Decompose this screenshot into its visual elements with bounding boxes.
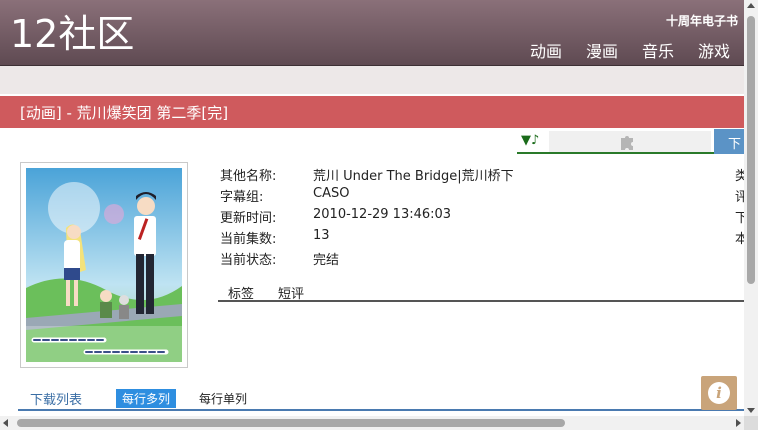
info-key: 当前集数: bbox=[220, 232, 277, 247]
multi-column-toggle[interactable]: 每行多列 bbox=[116, 389, 177, 408]
puzzle-icon bbox=[621, 136, 633, 150]
info-right-label: 评 bbox=[735, 190, 744, 205]
ebook-link[interactable]: 十周年电子书 bbox=[666, 12, 738, 29]
main-nav: 动画 漫画 音乐 游戏 bbox=[530, 38, 730, 62]
title-bar: [动画] - 荒川爆笑团 第二季[完] bbox=[0, 96, 744, 128]
info-tabs: 标签 短评 bbox=[218, 280, 744, 302]
info-right-column: 类 评 下 本 bbox=[735, 163, 744, 247]
nav-games[interactable]: 游戏 bbox=[698, 38, 730, 62]
info-value: 13 bbox=[313, 228, 330, 243]
poster-artwork bbox=[26, 168, 182, 362]
anime-info: 其他名称: 荒川 Under The Bridge|荒川桥下 字幕组: CASO… bbox=[220, 163, 740, 268]
info-row: 更新时间: 2010-12-29 13:46:03 bbox=[220, 205, 740, 226]
info-value[interactable]: CASO bbox=[313, 186, 349, 201]
info-icon: i bbox=[708, 382, 730, 404]
page-title: [动画] - 荒川爆笑团 第二季[完] bbox=[20, 104, 229, 122]
site-header: 12社区 十周年电子书 动画 漫画 音乐 游戏 bbox=[0, 0, 744, 66]
sub-header-bar bbox=[0, 66, 744, 94]
site-logo[interactable]: 12社区 bbox=[10, 12, 134, 56]
tab-tags[interactable]: 标签 bbox=[228, 283, 254, 302]
info-row: 当前状态: 完结 bbox=[220, 247, 740, 268]
scroll-down-arrow-icon[interactable] bbox=[747, 408, 755, 413]
vertical-scrollbar[interactable] bbox=[744, 0, 758, 416]
info-right-label: 下 bbox=[735, 211, 744, 226]
info-button[interactable]: i bbox=[701, 376, 737, 410]
info-value: 荒川 Under The Bridge|荒川桥下 bbox=[313, 169, 514, 184]
vertical-scroll-thumb[interactable] bbox=[747, 16, 755, 284]
info-row: 其他名称: 荒川 Under The Bridge|荒川桥下 bbox=[220, 163, 740, 184]
plugin-placeholder[interactable] bbox=[549, 131, 711, 152]
single-column-toggle[interactable]: 每行单列 bbox=[199, 390, 247, 407]
info-key: 更新时间: bbox=[220, 211, 277, 226]
nav-anime[interactable]: 动画 bbox=[530, 38, 562, 62]
horizontal-scroll-thumb[interactable] bbox=[17, 419, 565, 427]
info-key: 当前状态: bbox=[220, 253, 277, 268]
download-button[interactable]: 下 bbox=[714, 129, 744, 154]
info-value: 完结 bbox=[313, 253, 340, 268]
nav-music[interactable]: 音乐 bbox=[642, 38, 674, 62]
download-list-header: 下载列表 每行多列 每行单列 bbox=[18, 385, 744, 411]
info-row: 字幕组: CASO bbox=[220, 184, 740, 205]
info-row: 当前集数: 13 bbox=[220, 226, 740, 247]
scrollbar-corner bbox=[744, 416, 758, 430]
info-value: 2010-12-29 13:46:03 bbox=[313, 207, 452, 222]
scroll-right-arrow-icon[interactable] bbox=[736, 419, 741, 427]
music-player: ▼♪ bbox=[517, 131, 714, 154]
tab-short-reviews[interactable]: 短评 bbox=[278, 283, 304, 302]
horizontal-scrollbar[interactable] bbox=[0, 416, 744, 430]
info-key: 其他名称: bbox=[220, 169, 277, 184]
info-right-label: 类 bbox=[735, 169, 744, 184]
scroll-up-arrow-icon[interactable] bbox=[747, 3, 755, 8]
download-list-label: 下载列表 bbox=[30, 393, 83, 408]
info-key: 字幕组: bbox=[220, 190, 264, 205]
info-right-label: 本 bbox=[735, 232, 744, 247]
scroll-left-arrow-icon[interactable] bbox=[3, 419, 8, 427]
nav-manga[interactable]: 漫画 bbox=[586, 38, 618, 62]
poster-image bbox=[20, 162, 188, 368]
music-note-icon[interactable]: ▼♪ bbox=[521, 133, 539, 148]
